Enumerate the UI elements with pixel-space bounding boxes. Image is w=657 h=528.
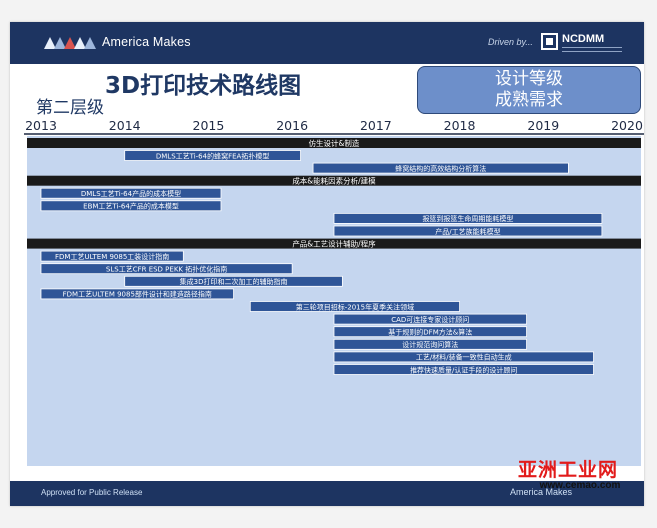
task-label: DMLS工艺Ti-64产品的成本模型 <box>81 189 181 198</box>
year-tick-label: 2013 <box>25 118 57 133</box>
task-label: 蜂窝结构的高效结构分析算法 <box>395 164 486 173</box>
year-tick-label: 2014 <box>109 118 141 133</box>
watermark-text: 亚洲工业网 <box>517 459 618 481</box>
year-tick-label: 2020 <box>611 118 643 133</box>
task-label: 产品/工艺族能耗模型 <box>435 227 500 236</box>
task-label: 推荐快速质量/认证手段的设计顾问 <box>410 365 517 374</box>
watermark-url: www.cemao.com <box>539 480 621 491</box>
year-tick-label: 2018 <box>444 118 476 133</box>
task-label: 基于规则的DFM方法&算法 <box>388 328 472 337</box>
task-label: EBM工艺Ti-64产品的成本模型 <box>83 202 179 211</box>
task-label: 第三轮项目招标-2015年夏季关注领域 <box>296 302 414 311</box>
section-label: 产品&工艺设计辅助/程序 <box>292 239 376 249</box>
task-label: CAD可连接专家设计顾问 <box>391 315 469 324</box>
task-label: FDM工艺ULTEM 9085工装设计指南 <box>55 252 169 261</box>
year-tick-label: 2019 <box>527 118 559 133</box>
section-label: 仿生设计&制造 <box>309 138 360 148</box>
task-label: 集成3D打印和二次加工的辅助指南 <box>180 277 288 286</box>
task-label: 工艺/材料/装备一致性自动生成 <box>416 353 512 362</box>
task-label: 设计规范询问算法 <box>402 340 458 349</box>
section-label: 成本&能耗因素分析/建模 <box>292 176 376 186</box>
task-label: 报篮到报篮生命周期能耗模型 <box>422 214 513 223</box>
task-label: DMLS工艺Ti-64的蜂窝FEA拓扑模型 <box>156 151 269 160</box>
year-tick-label: 2015 <box>193 118 225 133</box>
year-tick-label: 2016 <box>276 118 308 133</box>
year-tick-label: 2017 <box>360 118 392 133</box>
roadmap-chart: 2013 2014 2015 2016 2017 2018 2019 2020 仿生设计&制造 D… <box>24 118 644 466</box>
task-label: FDM工艺ULTEM 9085部件设计和建造路径指南 <box>63 290 212 299</box>
task-label: SLS工艺CFR ESD PEKK 拓扑优化指南 <box>106 265 227 274</box>
